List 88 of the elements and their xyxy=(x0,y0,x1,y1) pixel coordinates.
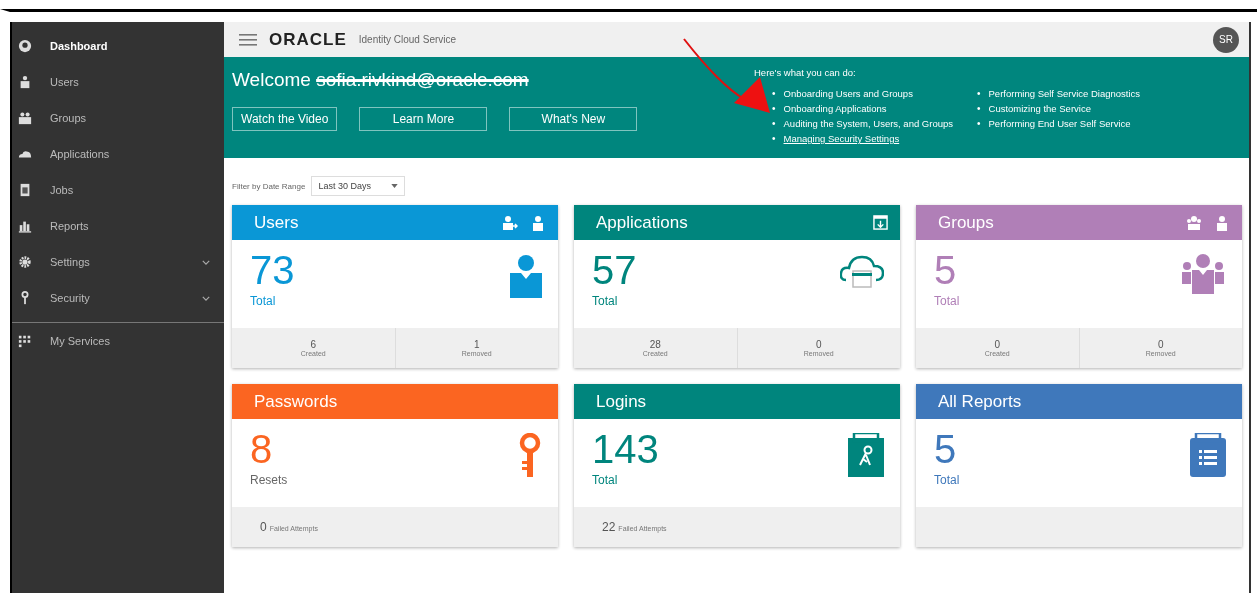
chevron-down-icon xyxy=(202,259,210,265)
stat-value: 22 xyxy=(602,520,616,534)
sidebar-item[interactable]: Users xyxy=(12,64,224,100)
group-icon xyxy=(18,111,32,125)
clipboard-icon xyxy=(18,183,32,197)
card-title: Groups xyxy=(938,212,994,233)
brand-logo: ORACLE xyxy=(269,29,347,50)
help-link[interactable]: Customizing the Service xyxy=(988,103,1091,114)
sidebar-item[interactable]: Reports xyxy=(12,208,224,244)
grid-icon xyxy=(18,334,32,348)
help-intro: Here's what you can do: xyxy=(754,67,857,78)
sidebar-label: Applications xyxy=(50,148,111,160)
bullet: • xyxy=(977,118,981,129)
gear-icon xyxy=(18,255,32,269)
stat-value: 0 xyxy=(994,339,1001,350)
card-value-label: Total xyxy=(592,294,619,308)
sidebar-label: My Services xyxy=(50,335,111,347)
group-icon xyxy=(1180,254,1226,294)
bullet: • xyxy=(977,88,981,99)
card-value-label: Total xyxy=(592,473,619,487)
sidebar-label: Jobs xyxy=(50,184,75,196)
card-value: 73 xyxy=(250,248,295,292)
sidebar-item[interactable]: Jobs xyxy=(12,172,224,208)
sidebar-label: Security xyxy=(50,292,91,304)
bar-chart-icon xyxy=(18,219,32,233)
sidebar-item[interactable]: Groups xyxy=(12,100,224,136)
group-icon[interactable] xyxy=(1186,214,1202,231)
card-value: 5 xyxy=(934,248,958,292)
stat-value: 0 xyxy=(815,339,822,350)
bullet: • xyxy=(772,88,776,99)
caret-icon xyxy=(391,184,399,188)
card-value: 5 xyxy=(934,427,958,471)
card-value: 57 xyxy=(592,248,637,292)
user-icon xyxy=(510,254,542,298)
cloud-icon xyxy=(840,254,884,290)
card-title: Applications xyxy=(596,212,688,233)
card-value-label: Total xyxy=(934,294,960,308)
card-value-label: Resets xyxy=(250,473,288,487)
user-icon xyxy=(18,75,32,89)
welcome-message: Welcome sofia.rivkind@oracle.com xyxy=(232,69,530,91)
product-name: Identity Cloud Service xyxy=(358,34,457,45)
dashboard-icon xyxy=(18,39,32,53)
user-avatar[interactable]: SR xyxy=(1213,26,1239,53)
sidebar-label: Users xyxy=(50,76,80,88)
help-link[interactable]: Onboarding Applications xyxy=(783,103,887,114)
clipboard-list-icon xyxy=(1190,433,1226,477)
card-value-label: Total xyxy=(934,473,960,487)
banner-button[interactable]: Watch the Video xyxy=(232,107,338,131)
filter-label: Filter by Date Range xyxy=(232,181,306,191)
add-box-icon[interactable] xyxy=(873,215,888,230)
key-icon xyxy=(518,433,542,479)
sidebar-label: Settings xyxy=(50,256,91,268)
sidebar-item[interactable]: Settings xyxy=(12,244,224,280)
card-value: 8 xyxy=(250,427,274,471)
card-value-label: Total xyxy=(250,294,277,308)
bullet: • xyxy=(772,103,776,114)
stat-value: 0 xyxy=(260,520,267,534)
stat-value: 28 xyxy=(649,339,661,350)
sidebar-label: Dashboard xyxy=(50,40,109,52)
user-icon[interactable] xyxy=(530,214,546,231)
bullet: • xyxy=(772,118,776,129)
date-range-dropdown[interactable]: Last 30 Days xyxy=(311,176,406,196)
stat-value: 6 xyxy=(310,339,317,350)
help-link[interactable]: Performing End User Self Service xyxy=(988,118,1131,129)
help-link[interactable]: Onboarding Users and Groups xyxy=(783,88,913,99)
bullet: • xyxy=(977,103,981,114)
sidebar-item[interactable]: Security xyxy=(12,280,224,316)
stat-value: 1 xyxy=(473,339,480,350)
sidebar-label: Reports xyxy=(50,220,90,232)
help-link[interactable]: Performing Self Service Diagnostics xyxy=(988,88,1141,99)
banner-button[interactable]: What's New xyxy=(509,107,638,131)
sidebar-item[interactable]: Applications xyxy=(12,136,224,172)
card-value: 143 xyxy=(592,427,659,471)
clipboard-icon xyxy=(848,433,884,477)
help-link[interactable]: Auditing the System, Users, and Groups xyxy=(783,118,953,129)
menu-icon[interactable] xyxy=(239,33,257,46)
sidebar-item[interactable]: Dashboard xyxy=(12,28,224,64)
bullet: • xyxy=(772,133,776,144)
card-title: All Reports xyxy=(938,391,1022,412)
card-title: Passwords xyxy=(254,391,338,412)
help-link[interactable]: Managing Security Settings xyxy=(783,133,900,144)
stat-value: 0 xyxy=(1157,339,1164,350)
card-title: Logins xyxy=(596,391,647,412)
sidebar-item[interactable]: My Services xyxy=(12,322,224,359)
sidebar-label: Groups xyxy=(50,112,88,124)
chevron-down-icon xyxy=(202,295,210,301)
banner-button[interactable]: Learn More xyxy=(359,107,488,131)
card-title: Users xyxy=(254,212,299,233)
